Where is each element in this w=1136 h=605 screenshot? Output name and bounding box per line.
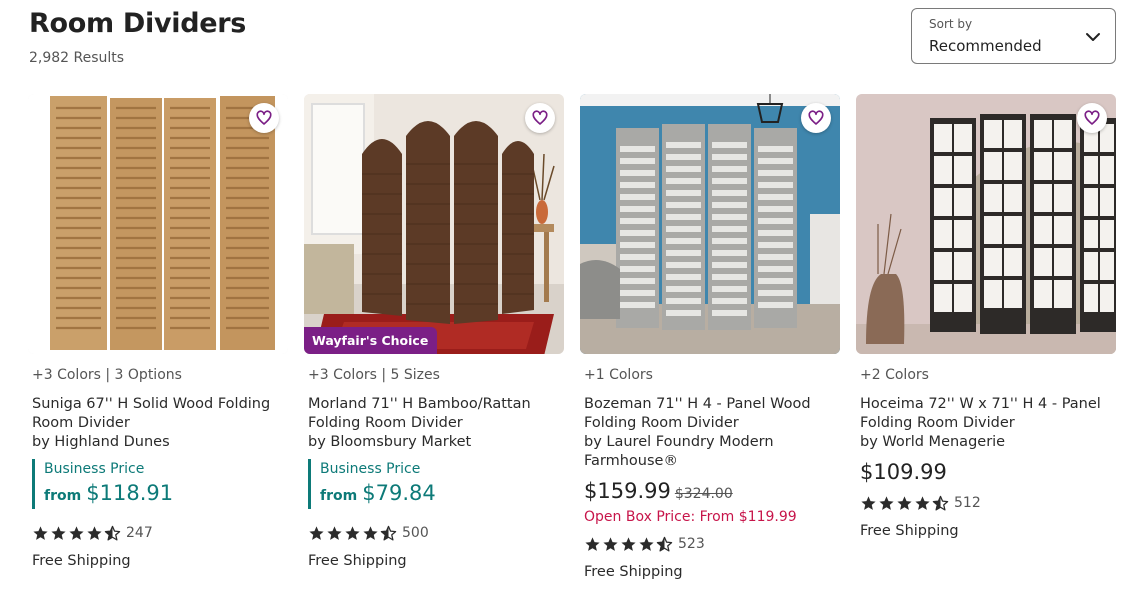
product-title[interactable]: Morland 71'' H Bamboo/Rattan Folding Roo… [304,395,554,452]
star-icon [915,495,930,510]
star-icon [861,495,876,510]
wayfairs-choice-badge: Wayfair's Choice [304,327,438,354]
product-title[interactable]: Bozeman 71'' H 4 - Panel Wood Folding Ro… [580,395,830,471]
heart-icon [808,110,824,125]
product-options: +3 Colors | 3 Options [32,367,182,383]
product-card[interactable]: +1 Colors Bozeman 71'' H 4 - Panel Wood … [580,94,840,580]
business-price-block: Business Price from $118.91 [32,459,288,509]
business-price: $118.91 [86,481,174,505]
rating-count: 500 [402,525,429,541]
favorite-button[interactable] [525,103,555,133]
open-box-price[interactable]: Open Box Price: From $119.99 [580,509,840,525]
product-brand: by Bloomsbury Market [308,434,472,450]
product-photo [28,94,288,354]
half-star-icon [656,536,673,552]
star-icon [87,525,102,540]
product-title-line: Folding Room Divider [308,415,463,431]
product-title-line: Suniga 67'' H Solid Wood Folding [32,396,271,412]
half-star-icon [104,525,121,541]
product-card[interactable]: Wayfair's Choice +3 Colors | 5 Sizes Mor… [304,94,564,569]
rating-count: 512 [954,495,981,511]
product-image[interactable] [580,94,840,354]
rating: 512 [856,494,1116,512]
product-options: +1 Colors [584,367,653,383]
star-icon [33,525,48,540]
rating-count: 247 [126,525,153,541]
sort-dropdown[interactable]: Sort by Recommended [911,8,1116,64]
star-icon [327,525,342,540]
half-star-icon [380,525,397,541]
product-title[interactable]: Hoceima 72'' W x 71'' H 4 - Panel Foldin… [856,395,1106,452]
star-icon [51,525,66,540]
star-icon [585,536,600,551]
heart-icon [532,110,548,125]
favorite-button[interactable] [801,103,831,133]
chevron-down-icon [1086,33,1100,41]
price-row: $109.99 [856,460,1116,484]
star-icon [603,536,618,551]
product-brand: by World Menagerie [860,434,1006,450]
page-title: Room Dividers [29,8,247,39]
price-from-label: from [320,488,358,504]
business-price-label: Business Price [44,461,145,477]
sort-label: Sort by [929,17,973,31]
product-options: +3 Colors | 5 Sizes [308,367,440,383]
product-title-line: Morland 71'' H Bamboo/Rattan [308,396,531,412]
star-icon [345,525,360,540]
product-title-line: Bozeman 71'' H 4 - Panel Wood [584,396,811,412]
product-title-line: Folding Room Divider [860,415,1015,431]
favorite-button[interactable] [1077,103,1107,133]
product-photo [580,94,840,354]
product-title-line: Folding Room Divider [584,415,739,431]
star-rating [860,495,949,512]
product-photo [304,94,564,354]
sale-price: $109.99 [860,460,947,484]
list-price: $324.00 [674,486,733,502]
product-title-line: Room Divider [32,415,130,431]
product-photo [856,94,1116,354]
product-brand: by Laurel Foundry Modern [584,434,774,450]
rating: 523 [580,535,840,553]
shipping-info: Free Shipping [32,553,131,569]
rating-count: 523 [678,536,705,552]
star-icon [621,536,636,551]
business-price-block: Business Price from $79.84 [308,459,564,509]
product-options: +2 Colors [860,367,929,383]
star-rating [584,536,673,553]
rating: 247 [28,524,288,542]
star-icon [309,525,324,540]
product-title-line: Hoceima 72'' W x 71'' H 4 - Panel [860,396,1101,412]
price-from-label: from [44,488,82,504]
product-brand-line: Farmhouse® [584,453,678,469]
product-image[interactable] [856,94,1116,354]
product-image[interactable]: Wayfair's Choice [304,94,564,354]
price-row: $159.99 $324.00 [580,479,840,503]
business-price-label: Business Price [320,461,421,477]
star-rating [308,525,397,542]
product-title[interactable]: Suniga 67'' H Solid Wood Folding Room Di… [28,395,278,452]
half-star-icon [932,495,949,511]
product-card[interactable]: +3 Colors | 3 Options Suniga 67'' H Soli… [28,94,288,569]
sort-value: Recommended [929,37,1042,55]
star-icon [363,525,378,540]
product-image[interactable] [28,94,288,354]
shipping-info: Free Shipping [308,553,407,569]
shipping-info: Free Shipping [860,523,959,539]
results-count: 2,982 Results [29,50,125,66]
sale-price: $159.99 [584,479,671,503]
star-icon [639,536,654,551]
heart-icon [1084,110,1100,125]
star-icon [879,495,894,510]
star-rating [32,525,121,542]
product-card[interactable]: +2 Colors Hoceima 72'' W x 71'' H 4 - Pa… [856,94,1116,539]
star-icon [897,495,912,510]
star-icon [69,525,84,540]
product-brand: by Highland Dunes [32,434,170,450]
favorite-button[interactable] [249,103,279,133]
shipping-info: Free Shipping [584,564,683,580]
heart-icon [256,110,272,125]
rating: 500 [304,524,564,542]
business-price: $79.84 [362,481,436,505]
